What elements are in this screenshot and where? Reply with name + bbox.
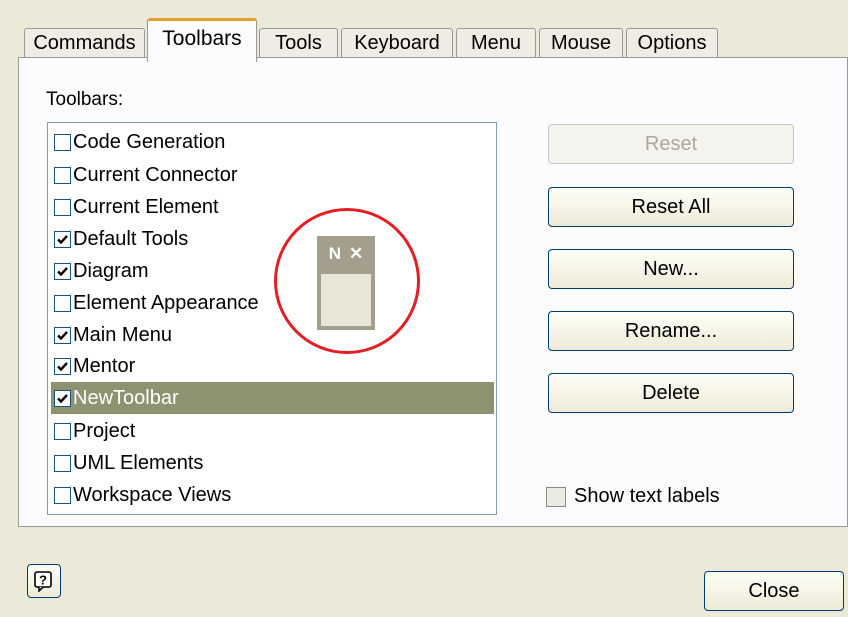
checkmark-icon [57, 266, 68, 276]
toolbar-list-item[interactable]: NewToolbar [51, 382, 494, 414]
toolbar-list-item[interactable]: Current Connector [51, 159, 494, 191]
checkmark-icon [57, 361, 68, 371]
toolbar-checkbox[interactable] [54, 389, 71, 407]
toolbar-list-label: Default Tools [73, 227, 189, 250]
tab-options[interactable]: Options [626, 28, 718, 58]
close-icon: ✕ [349, 244, 364, 263]
floating-toolbar-preview: N ✕ [317, 236, 375, 330]
toolbar-checkbox[interactable] [54, 294, 71, 312]
show-text-labels-label: Show text labels [574, 485, 720, 507]
toolbar-list-label: Diagram [73, 259, 149, 282]
toolbar-checkbox[interactable] [54, 454, 71, 472]
toolbar-list-label: Main Menu [73, 323, 172, 346]
floating-toolbar-body [321, 274, 371, 326]
floating-toolbar-titlebar: N ✕ [320, 240, 372, 268]
toolbar-checkbox[interactable] [54, 357, 71, 375]
toolbar-list-item[interactable]: Workspace Views [51, 479, 494, 511]
toolbar-list-label: Mentor [73, 354, 136, 377]
toolbar-checkbox[interactable] [54, 166, 71, 184]
toolbar-list-item[interactable]: Element Appearance [51, 287, 494, 319]
toolbar-list-item[interactable]: Project [51, 415, 494, 447]
toolbar-checkbox[interactable] [54, 133, 71, 151]
toolbar-list-label: NewToolbar [73, 386, 179, 409]
toolbar-checkbox[interactable] [54, 230, 71, 248]
tab-keyboard[interactable]: Keyboard [341, 28, 453, 58]
toolbar-list-item[interactable]: Current Element [51, 191, 494, 223]
checkmark-icon [57, 393, 68, 403]
show-text-labels-checkbox[interactable] [546, 486, 566, 507]
checkmark-icon [57, 234, 68, 244]
toolbar-list-label: Project [73, 419, 136, 442]
tab-toolbars[interactable]: Toolbars [147, 18, 257, 62]
close-button[interactable]: Close [704, 571, 844, 611]
help-button[interactable]: ? [27, 564, 61, 598]
toolbar-list-item[interactable]: Default Tools [51, 223, 494, 255]
tab-commands[interactable]: Commands [24, 28, 145, 58]
toolbar-list-item[interactable]: Mentor [51, 350, 494, 382]
toolbar-list-label: Element Appearance [73, 291, 259, 314]
toolbar-list-label: Current Connector [73, 163, 238, 186]
help-icon: ? [34, 571, 52, 592]
toolbar-checkbox[interactable] [54, 422, 71, 440]
toolbar-list-item[interactable]: UML Elements [51, 447, 494, 479]
rename-button[interactable]: Rename... [548, 311, 794, 351]
svg-text:?: ? [39, 573, 47, 588]
toolbars-label: Toolbars: [46, 89, 124, 110]
show-text-labels-option[interactable]: Show text labels [546, 485, 720, 508]
tab-menu[interactable]: Menu [456, 28, 536, 58]
toolbar-checkbox[interactable] [54, 486, 71, 504]
reset-all-button[interactable]: Reset All [548, 187, 794, 227]
toolbar-checkbox[interactable] [54, 326, 71, 344]
tab-mouse[interactable]: Mouse [539, 28, 623, 58]
toolbar-checkbox[interactable] [54, 198, 71, 216]
toolbars-list[interactable]: Code Generation Current Connector Current … [47, 122, 497, 515]
floating-toolbar-title: N [328, 244, 342, 263]
new-button[interactable]: New... [548, 249, 794, 289]
reset-button[interactable]: Reset [548, 124, 794, 164]
toolbar-list-label: Workspace Views [73, 483, 232, 506]
toolbar-list-item[interactable]: Diagram [51, 255, 494, 287]
toolbar-list-item[interactable]: Main Menu [51, 319, 494, 351]
toolbar-list-item[interactable]: Code Generation [51, 126, 494, 158]
toolbar-list-label: Code Generation [73, 130, 226, 153]
toolbar-checkbox[interactable] [54, 262, 71, 280]
toolbar-list-label: Current Element [73, 195, 219, 218]
checkmark-icon [57, 330, 68, 340]
tab-tools[interactable]: Tools [259, 28, 338, 58]
delete-button[interactable]: Delete [548, 373, 794, 413]
toolbar-list-label: UML Elements [73, 451, 204, 474]
